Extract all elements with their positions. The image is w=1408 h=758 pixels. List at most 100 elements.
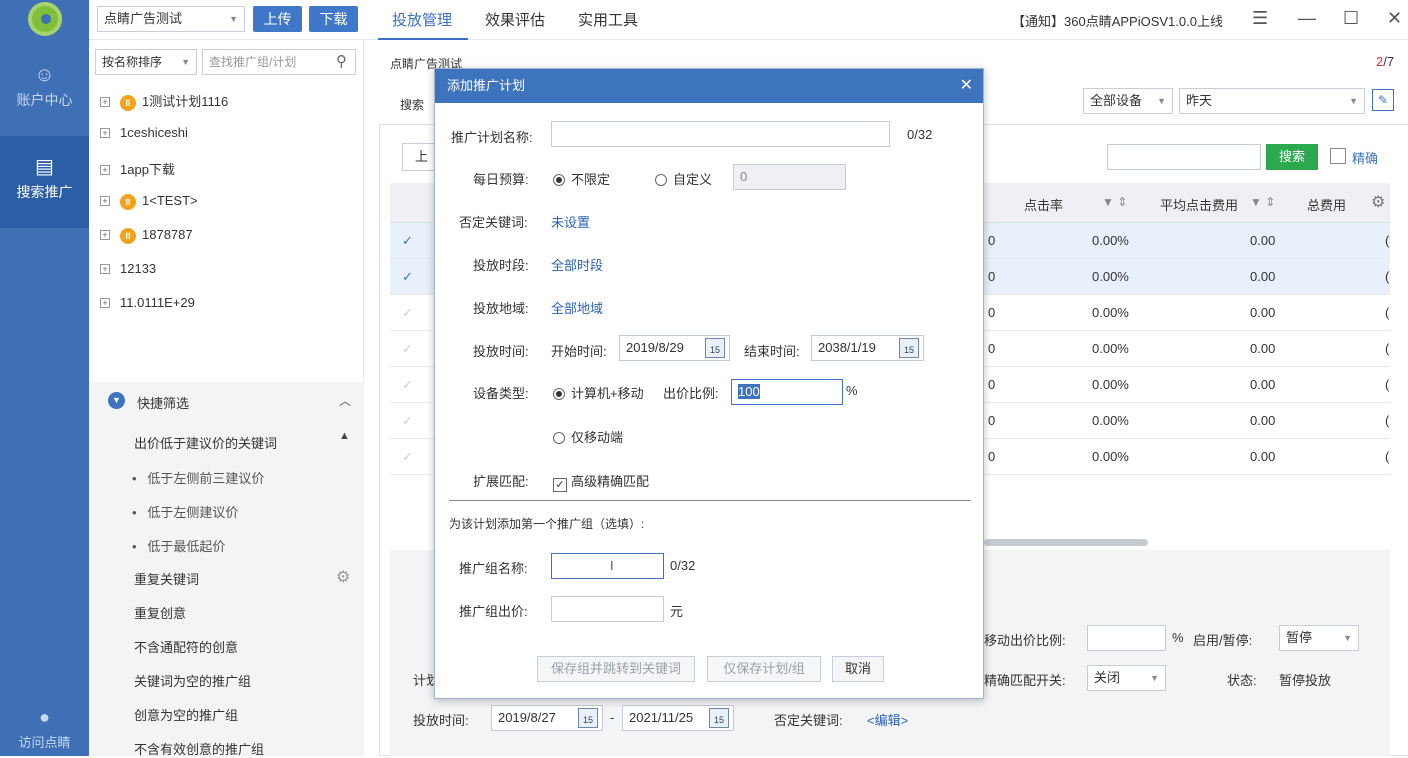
filter-group[interactable]: 出价低于建议价的关键词: [134, 433, 277, 452]
nav-account-center[interactable]: ☺ 账户中心: [0, 64, 89, 110]
check-icon[interactable]: ✓: [402, 331, 413, 367]
calendar-icon[interactable]: 15: [578, 708, 598, 728]
device-pc-mobile-radio[interactable]: 计算机+移动: [553, 383, 644, 402]
expand-icon[interactable]: +: [100, 230, 110, 240]
table-search-input[interactable]: [1107, 144, 1261, 170]
gear-icon[interactable]: ⚙: [336, 567, 350, 587]
check-icon[interactable]: ✓: [402, 295, 413, 331]
region-link[interactable]: 全部地域: [551, 298, 603, 317]
tree-item[interactable]: +12133: [100, 261, 156, 276]
check-icon[interactable]: ✓: [402, 439, 413, 475]
filter-item[interactable]: 重复创意: [134, 603, 186, 622]
maximize-icon[interactable]: ☐: [1343, 8, 1359, 29]
app-logo: [28, 2, 62, 36]
device-select[interactable]: 全部设备 ▼: [1083, 88, 1173, 114]
detail-end-date[interactable]: 2021/11/25 15: [622, 705, 734, 731]
calendar-icon[interactable]: 15: [899, 338, 919, 358]
tree-item[interactable]: +1app下载: [100, 159, 175, 178]
group-bid-input[interactable]: [551, 596, 664, 622]
notice-text[interactable]: 【通知】360点睛APPiOSV1.0.0上线: [1012, 11, 1223, 30]
plan-search-input[interactable]: 查找推广组/计划 ⚲: [202, 49, 356, 75]
quick-filter-title[interactable]: 快捷筛选: [137, 393, 189, 412]
calendar-icon[interactable]: 15: [705, 338, 725, 358]
expand-icon[interactable]: +: [100, 128, 110, 138]
tree-item[interactable]: + II 1878787: [100, 227, 193, 244]
filter-item[interactable]: 创意为空的推广组: [134, 705, 238, 724]
account-select[interactable]: 点睛广告测试 ▼: [97, 6, 245, 32]
mobile-ratio-input[interactable]: [1087, 625, 1166, 651]
tab-delivery[interactable]: 投放管理: [392, 9, 452, 30]
filter-item[interactable]: 不含有效创意的推广组: [134, 739, 264, 758]
group-name-label: 推广组名称:: [459, 561, 528, 576]
group-name-input[interactable]: I: [551, 553, 664, 579]
extend-checkbox[interactable]: ✓ 高级精确匹配: [553, 471, 649, 492]
minimize-icon[interactable]: —: [1298, 8, 1316, 29]
tab-effect[interactable]: 效果评估: [485, 9, 545, 30]
cancel-button[interactable]: 取消: [832, 656, 884, 682]
check-icon[interactable]: ✓: [402, 223, 413, 259]
chevron-up-icon[interactable]: ︿: [339, 392, 351, 409]
device-mobile-only-radio[interactable]: 仅移动端: [553, 427, 623, 446]
horizontal-scrollbar[interactable]: [984, 539, 1148, 546]
collapse-icon[interactable]: ▲: [339, 430, 350, 442]
download-button[interactable]: 下载: [309, 6, 358, 32]
search-icon[interactable]: ⚲: [336, 50, 347, 74]
budget-custom-radio[interactable]: 自定义: [655, 169, 712, 188]
col-cpc[interactable]: 平均点击费用: [1160, 195, 1238, 214]
start-date-input[interactable]: 2019/8/29 15: [619, 335, 730, 361]
detail-neg-edit-link[interactable]: <编辑>: [867, 710, 908, 729]
plan-name-input[interactable]: [551, 121, 890, 147]
group-bid-unit: 元: [670, 604, 684, 619]
detail-start-date[interactable]: 2019/8/27 15: [491, 705, 603, 731]
bid-ratio-input[interactable]: 100: [731, 379, 843, 405]
expand-icon[interactable]: +: [100, 264, 110, 274]
budget-input[interactable]: 0: [733, 164, 846, 190]
tab-tools[interactable]: 实用工具: [578, 9, 638, 30]
close-icon[interactable]: ✕: [960, 75, 973, 95]
nav-search-promo[interactable]: ▤ 搜索推广: [0, 136, 89, 228]
nav-visit[interactable]: ● 访问点睛: [0, 706, 89, 751]
filter-sub[interactable]: • 低于最低起价: [132, 536, 225, 555]
save-plan-button[interactable]: 仅保存计划/组: [707, 656, 821, 682]
tree-item[interactable]: +1ceshiceshi: [100, 125, 188, 140]
edit-icon[interactable]: ✎: [1372, 89, 1394, 111]
save-group-jump-button[interactable]: 保存组并跳转到关键词: [537, 656, 695, 682]
table-search-button[interactable]: 搜索: [1266, 144, 1318, 170]
filter-sub[interactable]: • 低于左侧建议价: [132, 502, 238, 521]
check-icon[interactable]: ✓: [402, 403, 413, 439]
end-date-input[interactable]: 2038/1/19 15: [811, 335, 924, 361]
expand-icon[interactable]: +: [100, 298, 110, 308]
enable-select[interactable]: 暂停 ▼: [1279, 625, 1359, 651]
expand-icon[interactable]: +: [100, 97, 110, 107]
exact-label[interactable]: 精确: [1352, 148, 1378, 167]
tree-item[interactable]: +11.0111E+29: [100, 295, 195, 310]
col-cost[interactable]: 总费用: [1307, 195, 1346, 214]
date-select[interactable]: 昨天 ▼: [1179, 88, 1365, 114]
filter-sub[interactable]: • 低于左侧前三建议价: [132, 468, 264, 487]
filter-item[interactable]: 重复关键词: [134, 569, 199, 588]
menu-icon[interactable]: ☰: [1252, 8, 1268, 29]
tree-item[interactable]: + II 1测试计划1116: [100, 91, 228, 111]
filter-item[interactable]: 关键词为空的推广组: [134, 671, 251, 690]
check-icon[interactable]: ✓: [402, 367, 413, 403]
neg-keyword-link[interactable]: 未设置: [551, 212, 590, 231]
expand-icon[interactable]: +: [100, 196, 110, 206]
period-link[interactable]: 全部时段: [551, 255, 603, 274]
tree-item[interactable]: + II 1<TEST>: [100, 193, 198, 210]
enable-select-value: 暂停: [1286, 630, 1313, 645]
check-icon[interactable]: ✓: [402, 259, 413, 295]
filter-icon[interactable]: ▼ ⇕: [1250, 195, 1275, 209]
exact-checkbox[interactable]: [1330, 148, 1346, 164]
sort-select[interactable]: 按名称排序 ▼: [95, 49, 197, 75]
budget-unlimited-radio[interactable]: 不限定: [553, 169, 610, 188]
calendar-icon[interactable]: 15: [709, 708, 729, 728]
device-label: 设备类型:: [473, 386, 529, 401]
upload-button[interactable]: 上传: [253, 6, 302, 32]
filter-icon[interactable]: ▼ ⇕: [1102, 195, 1127, 209]
filter-item[interactable]: 不含通配符的创意: [134, 637, 238, 656]
col-ctr[interactable]: 点击率: [1024, 195, 1063, 214]
gear-icon[interactable]: ⚙: [1371, 192, 1385, 212]
expand-icon[interactable]: +: [100, 165, 110, 175]
close-icon[interactable]: ✕: [1387, 8, 1402, 29]
exact-switch-select[interactable]: 关闭 ▼: [1087, 665, 1166, 691]
